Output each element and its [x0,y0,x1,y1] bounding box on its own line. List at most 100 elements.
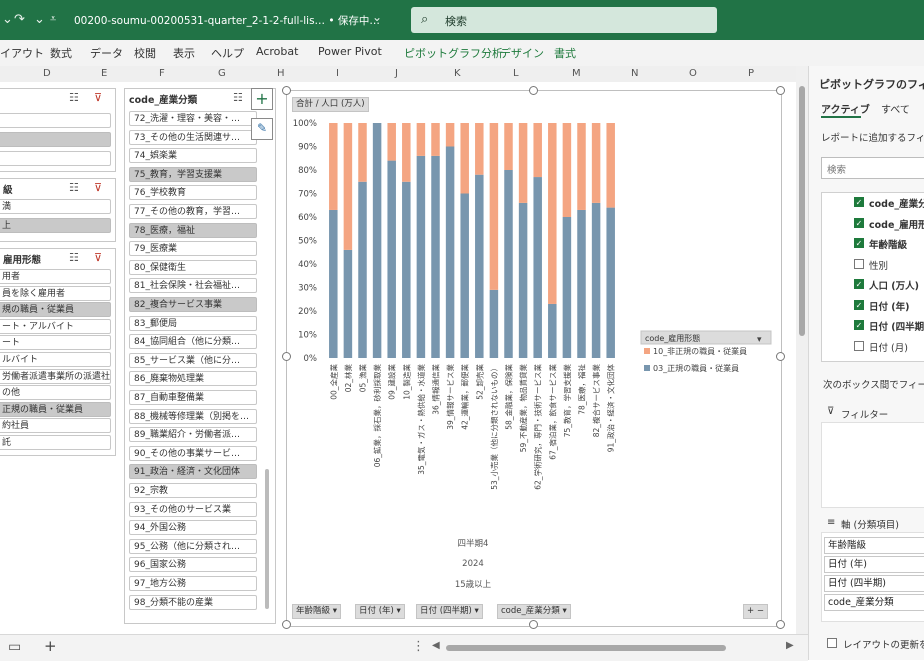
slicer-item[interactable]: 託 [0,435,111,450]
slicer-age-group[interactable]: 級 ☷ ⊽ 満上 [0,178,116,242]
column-header[interactable]: H [277,68,285,79]
slicer-industry[interactable]: code_産業分類 ☷ 72_洗濯・理容・美容・… 73_その他の生活関連サ… 74… [124,88,276,624]
ribbon-tab[interactable]: ヘルプ [211,45,244,61]
multi-select-icon[interactable]: ☷ [69,181,79,194]
slicer-scrollbar[interactable] [265,469,269,609]
column-header[interactable]: P [748,68,754,79]
slicer-item[interactable]: 91_政治・経済・文化団体 [129,464,257,480]
resize-handle[interactable] [282,352,291,361]
slicer-item[interactable]: 76_学校教育 [129,185,257,201]
column-header[interactable]: O [689,68,697,79]
more-options-icon[interactable]: ⋮ [412,639,425,654]
scroll-right-icon[interactable]: ▶ [786,640,794,651]
slicer-item[interactable]: ート [0,335,111,351]
axis-field-item[interactable]: 日付 (年) [824,556,924,573]
search-box[interactable]: ⌕ 検索 [411,7,717,33]
scroll-thumb[interactable] [799,86,805,336]
resize-handle[interactable] [776,86,785,95]
field-checkbox[interactable]: ✓ [854,238,864,248]
slicer-item[interactable]: 98_分類不能の産業 [129,594,257,610]
pivot-chart[interactable]: 合計 / 人口 (万人) 100% 90% 80% 70% 60% 50% 40% 30% 20… [286,90,782,627]
slicer-item[interactable]: 労働者派遣事業所の派遣社員 [0,368,111,384]
field-checkbox[interactable]: ✓ [854,320,864,330]
field-checkbox[interactable] [854,340,864,351]
column-header[interactable]: D [43,68,51,79]
vertical-scrollbar[interactable] [796,66,808,634]
slicer-item[interactable]: 94_外国公務 [129,520,257,536]
ribbon-tab[interactable]: デザイン [500,45,544,61]
slicer-item[interactable]: 88_機械等修理業（別掲を… [129,408,257,424]
pane-search-input[interactable]: 検索 [821,157,924,179]
slicer-item[interactable]: 95_公務（他に分類され… [129,538,257,554]
title-dropdown-icon[interactable]: ⌄ [372,10,382,24]
axis-field-button[interactable]: code_産業分類 ▾ [497,604,571,619]
ribbon-tab[interactable]: ピボットグラフ分析 [404,45,503,61]
slicer-item[interactable]: 79_医療業 [129,241,257,257]
slicer-item[interactable] [0,113,111,128]
axis-field-button[interactable]: 年齢階級 ▾ [292,604,341,619]
resize-handle[interactable] [776,352,785,361]
tab-active[interactable]: アクティブ [821,101,870,116]
slicer-item[interactable]: 92_宗教 [129,483,257,498]
slicer-item[interactable]: 員を除く雇用者 [0,285,111,301]
column-header[interactable]: G [218,68,226,79]
resize-handle[interactable] [282,620,291,629]
axis-field-item[interactable]: code_産業分類 [824,594,924,611]
column-header[interactable]: J [395,68,398,79]
slicer-item[interactable]: 約社員 [0,418,111,434]
slicer-item[interactable]: 90_その他の事業サービ… [129,445,257,461]
expand-collapse-buttons[interactable]: + − [743,604,768,619]
ribbon-tab[interactable]: 表示 [173,45,195,61]
slicer-item[interactable]: 用者 [0,269,111,284]
axis-area[interactable]: 年齢階級日付 (年) 日付 (四半期) code_産業分類 [821,532,924,622]
slicer-item[interactable]: 満 [0,199,111,214]
chart-styles-brush-icon[interactable]: ✎ [251,118,273,140]
filters-area[interactable] [821,422,924,508]
ribbon-tab[interactable]: Power Pivot [318,45,382,58]
slicer-top-left[interactable]: ☷ ⊽ [0,88,116,172]
defer-update-checkbox[interactable] [827,638,837,648]
resize-handle[interactable] [529,620,538,629]
ribbon-tab[interactable]: イアウト [0,45,44,61]
clear-filter-icon[interactable]: ⊽ [94,91,102,104]
slicer-item[interactable]: 77_その他の教育，学習… [129,204,257,219]
slicer-item[interactable]: 81_社会保険・社会福祉… [129,278,257,294]
slicer-item[interactable]: 86_廃棄物処理業 [129,371,257,387]
field-checkbox[interactable] [854,258,864,269]
slicer-item[interactable]: 78_医療，福祉 [129,222,257,238]
customize-qat-icon[interactable]: ⩡ [50,12,56,26]
slicer-item[interactable]: 84_協同組合（他に分類… [129,334,257,350]
column-header[interactable]: E [101,68,107,79]
field-checkbox[interactable]: ✓ [854,197,864,207]
slicer-item[interactable]: 89_職業紹介・労働者派… [129,427,257,443]
clear-filter-icon[interactable]: ⊽ [94,251,102,264]
field-checkbox[interactable]: ✓ [854,279,864,289]
slicer-item[interactable]: 72_洗濯・理容・美容・… [129,111,257,126]
chart-elements-plus-icon[interactable]: + [251,88,273,110]
multi-select-icon[interactable]: ☷ [69,91,79,104]
redo-dropdown-icon[interactable]: ⌄ [34,12,45,27]
scroll-left-icon[interactable]: ◀ [432,640,440,651]
ribbon-tab[interactable]: 数式 [50,45,72,61]
slicer-item[interactable]: 正規の職員・従業員 [0,401,111,417]
resize-handle[interactable] [529,86,538,95]
slicer-item[interactable]: 74_娯楽業 [129,148,257,164]
resize-handle[interactable] [282,86,291,95]
ribbon-tab[interactable]: 校閲 [134,45,156,61]
column-header[interactable]: I [336,68,339,79]
multi-select-icon[interactable]: ☷ [69,251,79,264]
multi-select-icon[interactable]: ☷ [233,91,243,104]
axis-field-item[interactable]: 日付 (四半期) [824,575,924,592]
slicer-item[interactable]: 75_教育，学習支援業 [129,166,257,182]
horizontal-scroll-thumb[interactable] [446,645,726,651]
slicer-item[interactable]: 規の職員・従業員 [0,302,111,318]
axis-field-button[interactable]: 日付 (年) ▾ [355,604,405,619]
column-header[interactable]: N [631,68,638,79]
field-checkbox[interactable]: ✓ [854,299,864,310]
slicer-item[interactable]: の他 [0,385,111,401]
axis-field-item[interactable]: 年齢階級 [824,537,924,554]
add-sheet-button[interactable]: + [44,637,57,655]
document-title[interactable]: 00200-soumu-00200531-quarter_2-1-2-full-… [74,13,380,28]
axis-field-button[interactable]: 日付 (四半期) ▾ [416,604,483,619]
undo-dropdown-icon[interactable]: ⌄ [2,12,13,27]
